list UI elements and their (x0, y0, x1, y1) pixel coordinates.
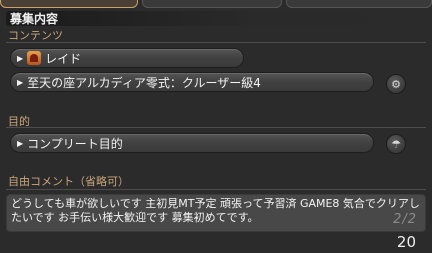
divider (6, 189, 426, 190)
comment-textarea[interactable]: どうしても車が欲しいです 主初見MT予定 頑張って予習済 GAME8 気合でクリ… (6, 194, 426, 232)
top-tab-bar (0, 0, 432, 9)
character-count: 20 (396, 233, 416, 251)
page-indicator: 2/2 (393, 212, 417, 227)
purpose-dropdown[interactable]: ▶ コンプリート目的 (10, 133, 374, 153)
tab-left[interactable] (0, 0, 138, 8)
gear-icon: ⚙ (391, 77, 401, 91)
content-type-dropdown[interactable]: ▶ レイド (10, 48, 244, 68)
duty-dropdown[interactable]: ▶ 至天の座アルカディア零式：クルーザー級4 (10, 72, 374, 92)
duty-settings-button[interactable]: ⚙ (386, 74, 406, 94)
caret-right-icon: ▶ (17, 138, 24, 148)
tab-middle[interactable] (142, 0, 282, 8)
duty-label: 至天の座アルカディア零式：クルーザー級4 (27, 75, 261, 90)
caret-right-icon: ▶ (17, 77, 24, 87)
content-type-label: レイド (45, 51, 82, 66)
divider (6, 127, 426, 128)
purpose-label-value: コンプリート目的 (27, 136, 123, 151)
section-header: 募集内容 (6, 11, 426, 26)
umbrella-icon: ☂ (391, 137, 401, 151)
raid-icon (27, 51, 42, 65)
page-title: 募集内容 (10, 12, 59, 26)
comment-label: 自由コメント（省略可） (8, 175, 129, 188)
purpose-info-button[interactable]: ☂ (386, 134, 406, 154)
divider (6, 42, 426, 43)
contents-label: コンテンツ (8, 29, 63, 42)
comment-text: どうしても車が欲しいです 主初見MT予定 頑張って予習済 GAME8 気合でクリ… (11, 197, 420, 224)
caret-right-icon: ▶ (17, 53, 24, 63)
tab-right[interactable] (286, 0, 432, 8)
